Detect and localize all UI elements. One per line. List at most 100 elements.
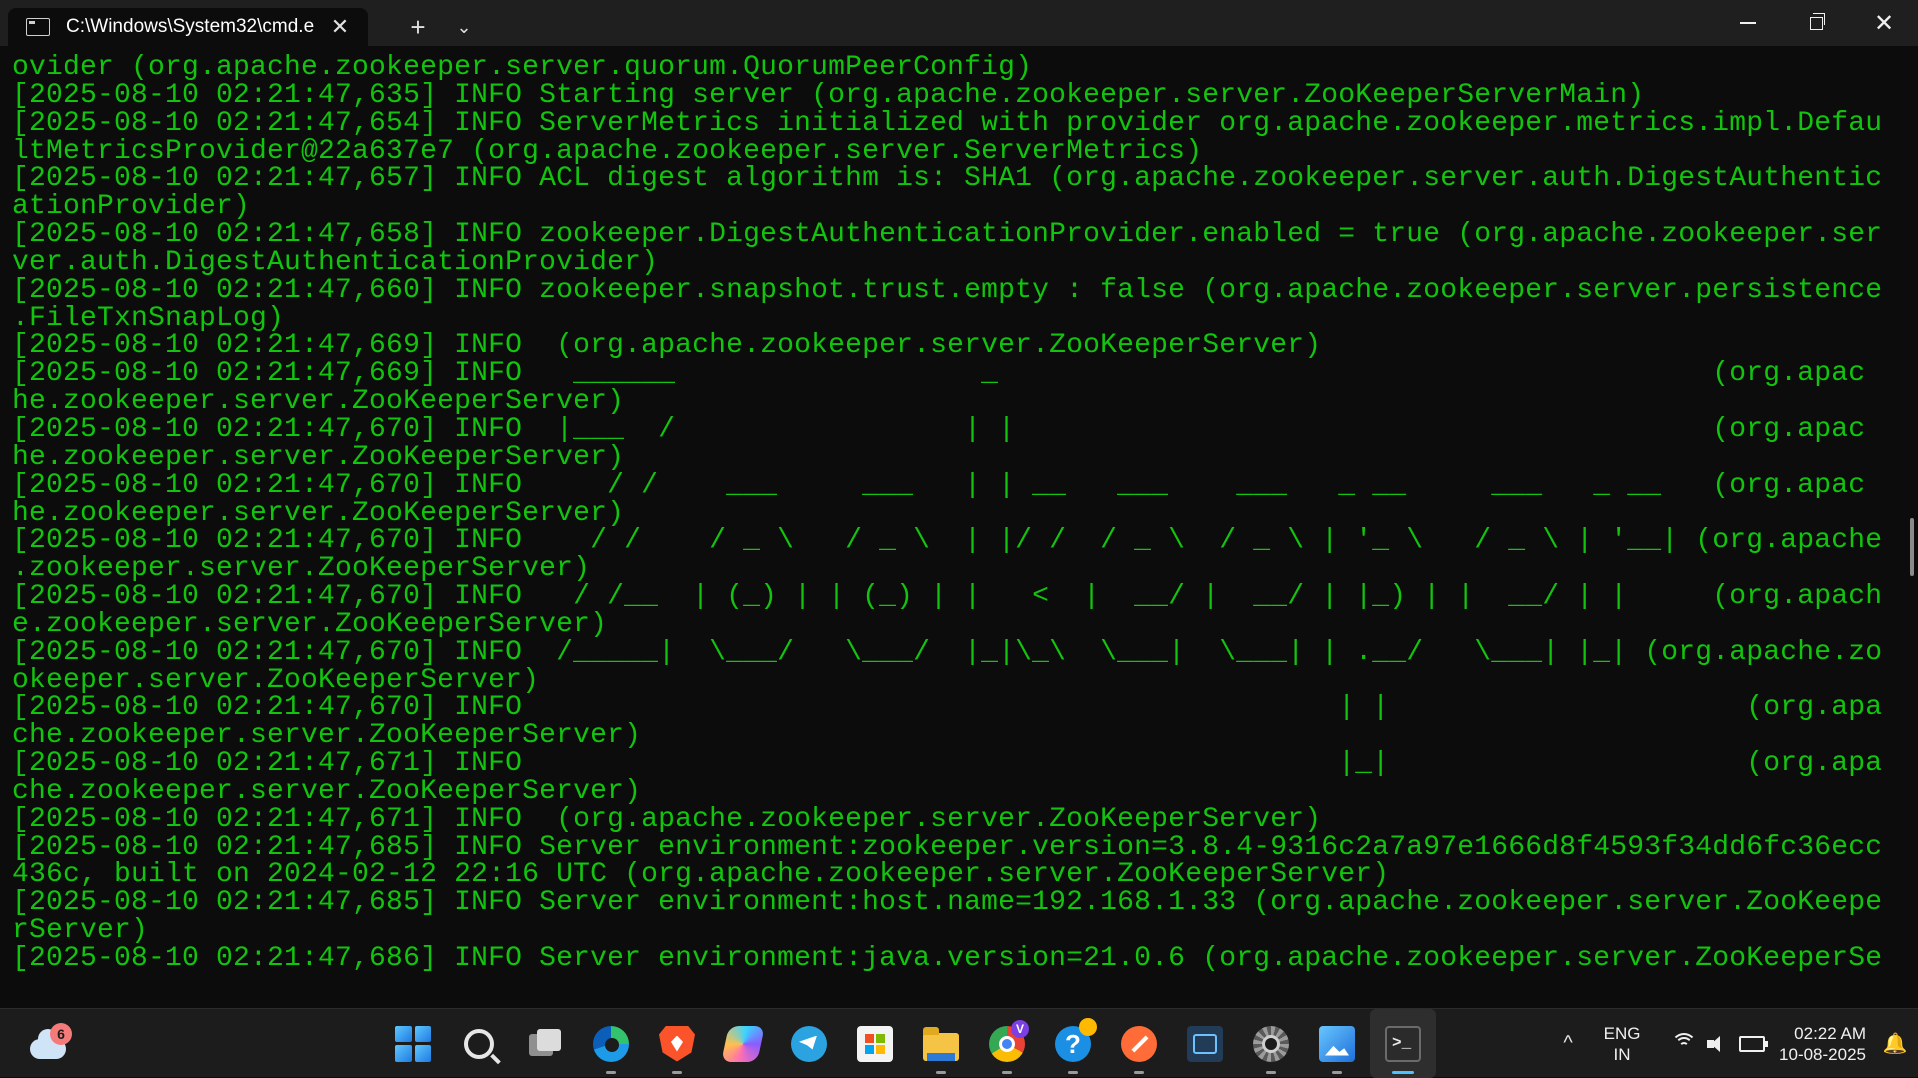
copilot-app[interactable] [710, 1009, 776, 1078]
tab-cmd[interactable]: C:\Windows\System32\cmd.e ✕ [8, 8, 368, 46]
terminal-line: okeeper.server.ZooKeeperServer) [12, 664, 540, 696]
edge-app[interactable] [578, 1009, 644, 1078]
show-hidden-icons-button[interactable]: ^ [1545, 1032, 1591, 1055]
terminal-output[interactable]: ovider (org.apache.zookeeper.server.quor… [0, 46, 1918, 1008]
system-tray: ^ ENG IN 02:22 AM 10-08-2025 🔔 [1545, 1009, 1918, 1078]
terminal-line: he.zookeeper.server.ZooKeeperServer) [12, 441, 625, 473]
get-help-app[interactable]: ? [1040, 1009, 1106, 1078]
terminal-line: [2025-08-10 02:21:47,685] INFO Server en… [12, 887, 1883, 919]
close-window-button[interactable]: ✕ [1850, 0, 1918, 46]
language-indicator[interactable]: ENG IN [1591, 1023, 1653, 1065]
virtualbox-app[interactable] [1172, 1009, 1238, 1078]
microsoft-store-app[interactable] [842, 1009, 908, 1078]
terminal-line: [2025-08-10 02:21:47,671] INFO (org.apac… [12, 803, 1322, 835]
terminal-line: [2025-08-10 02:21:47,670] INFO / / / _ \… [12, 525, 1883, 557]
terminal-line: [2025-08-10 02:21:47,658] INFO zookeeper… [12, 219, 1883, 251]
running-indicator [606, 1071, 616, 1074]
running-indicator [936, 1071, 946, 1074]
minimize-button[interactable] [1714, 0, 1782, 46]
terminal-line: che.zookeeper.server.ZooKeeperServer) [12, 720, 642, 752]
settings-tool-app[interactable] [1238, 1009, 1304, 1078]
brave-app[interactable] [644, 1009, 710, 1078]
terminal-line: [2025-08-10 02:21:47,660] INFO zookeeper… [12, 274, 1883, 306]
terminal-app[interactable] [1370, 1009, 1436, 1078]
terminal-line: .zookeeper.server.ZooKeeperServer) [12, 553, 591, 585]
store-icon [857, 1025, 893, 1062]
running-indicator [1266, 1071, 1276, 1074]
clock-date: 10-08-2025 [1779, 1044, 1866, 1064]
notification-dot [1079, 1017, 1097, 1036]
chrome-app[interactable]: V [974, 1009, 1040, 1078]
task-view-icon [527, 1026, 563, 1062]
restore-icon [1809, 12, 1825, 30]
terminal-line: ovider (org.apache.zookeeper.server.quor… [12, 52, 1033, 83]
wifi-icon [1671, 1032, 1698, 1053]
postman-app[interactable] [1106, 1009, 1172, 1078]
terminal-line: [2025-08-10 02:21:47,670] INFO / / ___ _… [12, 469, 1866, 501]
running-indicator [1332, 1071, 1342, 1074]
terminal-line: [2025-08-10 02:21:47,657] INFO ACL diges… [12, 163, 1883, 195]
terminal-line: ltMetricsProvider@22a637e7 (org.apache.z… [12, 135, 1203, 167]
running-indicator [1134, 1071, 1144, 1074]
chrome-icon: V [989, 1019, 1029, 1062]
terminal-line: ver.auth.DigestAuthenticationProvider) [12, 246, 659, 278]
notification-bell-icon[interactable]: 🔔 [1878, 1024, 1912, 1064]
weather-badge: 6 [50, 1023, 72, 1045]
search-button[interactable] [446, 1009, 512, 1078]
running-indicator [1002, 1071, 1012, 1074]
terminal-line: rServer) [12, 915, 149, 947]
terminal-line: [2025-08-10 02:21:47,670] INFO /_____| \… [12, 636, 1883, 668]
running-indicator [1068, 1071, 1078, 1074]
minimize-icon [1740, 22, 1756, 24]
language-code: ENG [1603, 1023, 1641, 1043]
terminal-line: 436c, built on 2024-02-12 22:16 UTC (org… [12, 859, 1390, 891]
terminal-line: ationProvider) [12, 191, 251, 223]
volume-icon [1707, 1035, 1727, 1053]
postman-icon [1121, 1025, 1157, 1062]
telegram-icon [791, 1025, 827, 1062]
terminal-icon [1385, 1025, 1421, 1062]
terminal-line: [2025-08-10 02:21:47,670] INFO |___ / | … [12, 413, 1866, 445]
clock[interactable]: 02:22 AM 10-08-2025 [1779, 1023, 1878, 1065]
terminal-line: che.zookeeper.server.ZooKeeperServer) [12, 775, 642, 807]
photos-app[interactable] [1304, 1009, 1370, 1078]
scrollbar-thumb[interactable] [1910, 518, 1914, 576]
restore-button[interactable] [1782, 0, 1850, 46]
gear-icon [1253, 1025, 1289, 1062]
terminal-line: [2025-08-10 02:21:47,685] INFO Server en… [12, 831, 1883, 863]
profile-badge: V [1011, 1019, 1029, 1038]
region-code: IN [1613, 1044, 1631, 1064]
telegram-app[interactable] [776, 1009, 842, 1078]
photos-icon [1319, 1025, 1355, 1062]
search-icon [464, 1028, 494, 1059]
brave-icon [659, 1025, 695, 1062]
terminal-line: e.zookeeper.server.ZooKeeperServer) [12, 608, 608, 640]
battery-icon [1739, 1035, 1769, 1052]
tab-title: C:\Windows\System32\cmd.e [66, 16, 315, 37]
terminal-line: [2025-08-10 02:21:47,670] INFO / /__ | (… [12, 581, 1883, 613]
terminal-line: .FileTxnSnapLog) [12, 302, 285, 334]
help-glyph: ? [1065, 1028, 1081, 1059]
quick-settings-button[interactable] [1653, 1032, 1779, 1053]
terminal-line: [2025-08-10 02:21:47,670] INFO | | (org.… [12, 692, 1883, 724]
help-icon: ? [1055, 1017, 1097, 1062]
terminal-line: [2025-08-10 02:21:47,635] INFO Starting … [12, 79, 1645, 111]
new-tab-button[interactable]: + [392, 8, 444, 46]
copilot-icon [721, 1025, 765, 1062]
weather-widget[interactable]: 6 [28, 1023, 74, 1067]
terminal-line: [2025-08-10 02:21:47,669] INFO (org.apac… [12, 330, 1322, 362]
close-tab-button[interactable]: ✕ [326, 14, 354, 40]
clock-time: 02:22 AM [1794, 1023, 1866, 1043]
start-button[interactable] [380, 1009, 446, 1078]
taskbar-apps: V ? [380, 1009, 1436, 1078]
tab-dropdown-button[interactable]: ⌄ [444, 8, 484, 46]
file-explorer-app[interactable] [908, 1009, 974, 1078]
taskbar: 6 V ? >_ ^ ENG IN 02:22 AM 10-08-2025 🔔 [0, 1008, 1918, 1078]
terminal-line: he.zookeeper.server.ZooKeeperServer) [12, 497, 625, 529]
console-icon [26, 18, 50, 36]
task-view-button[interactable] [512, 1009, 578, 1078]
terminal-line: [2025-08-10 02:21:47,654] INFO ServerMet… [12, 107, 1883, 139]
title-bar: C:\Windows\System32\cmd.e ✕ + ⌄ ✕ [0, 0, 1918, 46]
active-indicator [1392, 1071, 1414, 1074]
edge-icon [593, 1025, 629, 1062]
